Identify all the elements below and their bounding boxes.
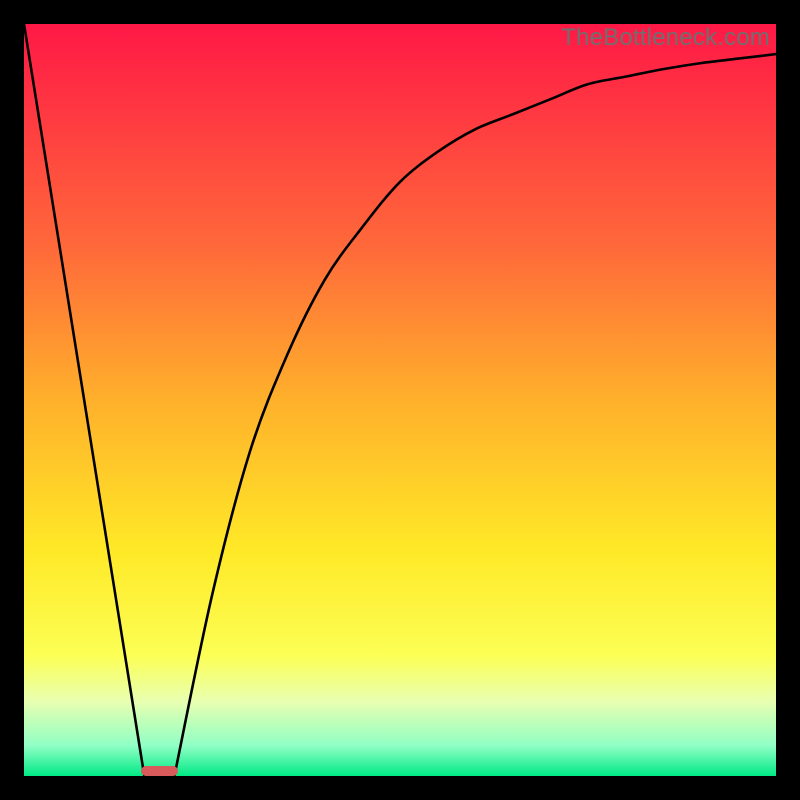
optimal-marker: [141, 766, 179, 776]
watermark-text: TheBottleneck.com: [561, 24, 770, 52]
plot-area: TheBottleneck.com: [24, 24, 776, 776]
bottleneck-curve: [24, 24, 776, 776]
chart-frame: TheBottleneck.com: [0, 0, 800, 800]
